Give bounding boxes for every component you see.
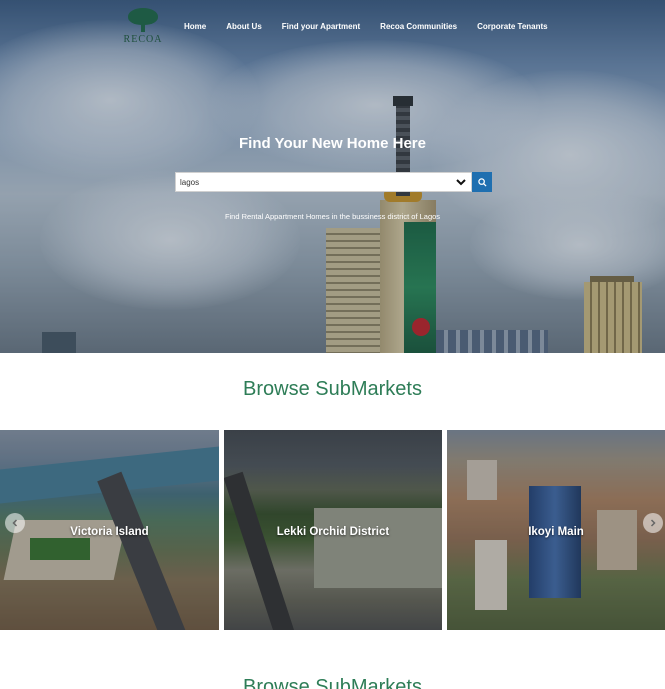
hero-subtitle: Find Rental Appartment Homes in the buss… bbox=[224, 212, 441, 221]
submarket-card-label: Ikoyi Main bbox=[528, 526, 584, 538]
page: RECOA Home About Us Find your Apartment … bbox=[0, 0, 665, 689]
nav-item-home[interactable]: Home bbox=[184, 22, 206, 31]
chevron-left-icon bbox=[12, 519, 18, 527]
search-icon bbox=[477, 177, 487, 187]
logo[interactable]: RECOA bbox=[118, 8, 168, 48]
nav-item-recoa-communities[interactable]: Recoa Communities bbox=[380, 22, 457, 31]
chevron-down-icon bbox=[456, 179, 466, 186]
section-title-browse-submarkets: Browse SubMarkets bbox=[243, 378, 422, 400]
nav-item-about-us[interactable]: About Us bbox=[226, 22, 262, 31]
carousel-prev-button[interactable] bbox=[5, 513, 25, 533]
location-select-value: lagos bbox=[180, 177, 200, 187]
hero-title: Find Your New Home Here bbox=[239, 135, 426, 152]
submarket-card-lekki-orchid[interactable]: Lekki Orchid District bbox=[224, 430, 442, 630]
submarket-card-ikoyi-main[interactable]: Ikoyi Main bbox=[447, 430, 665, 630]
location-select[interactable]: lagos bbox=[175, 172, 472, 192]
submarket-card-label: Victoria Island bbox=[70, 526, 149, 538]
submarket-card-label: Lekki Orchid District bbox=[276, 526, 390, 538]
nav-item-corporate-tenants[interactable]: Corporate Tenants bbox=[477, 22, 548, 31]
nav-links: Home About Us Find your Apartment Recoa … bbox=[184, 22, 568, 31]
logo-text: RECOA bbox=[123, 34, 163, 45]
carousel-next-button[interactable] bbox=[643, 513, 663, 533]
section-title-browse-submarkets-repeat: Browse SubMarkets bbox=[243, 676, 422, 689]
submarket-carousel: Victoria Island Lekki Orchid District Ik… bbox=[0, 430, 665, 630]
submarket-card-victoria-island[interactable]: Victoria Island bbox=[0, 430, 219, 630]
hero-banner: RECOA Home About Us Find your Apartment … bbox=[0, 0, 665, 353]
search-button[interactable] bbox=[472, 172, 492, 192]
nav-item-find-apartment[interactable]: Find your Apartment bbox=[282, 22, 360, 31]
tree-logo-icon bbox=[126, 8, 160, 32]
chevron-right-icon bbox=[650, 519, 656, 527]
search-bar: lagos bbox=[175, 172, 492, 192]
navbar: RECOA Home About Us Find your Apartment … bbox=[0, 0, 665, 56]
